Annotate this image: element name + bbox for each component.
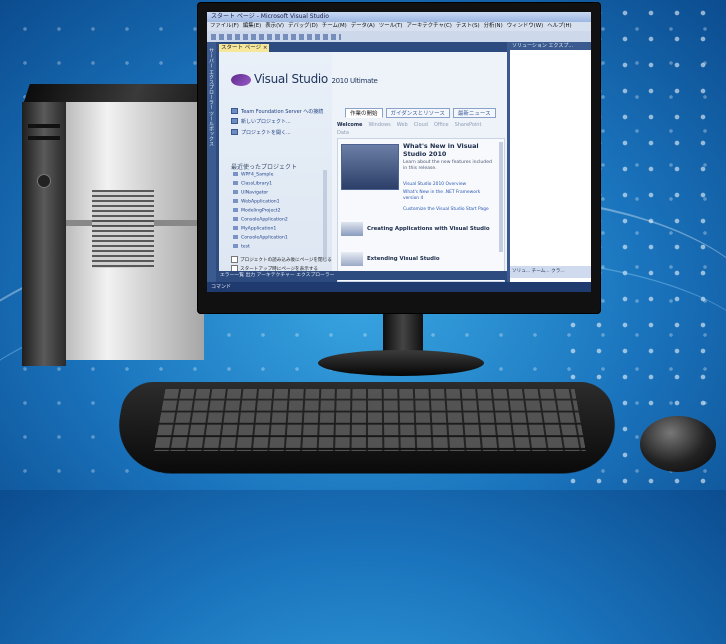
- recent-project-item[interactable]: ConsoleApplication2: [233, 217, 288, 223]
- section-heading[interactable]: Extending Visual Studio: [367, 256, 440, 262]
- project-icon: [233, 172, 238, 176]
- new-project-icon: [231, 118, 238, 124]
- tab-get-started[interactable]: 作業の開始: [345, 108, 383, 118]
- section-heading[interactable]: Creating Applications with Visual Studio: [367, 226, 490, 232]
- solution-explorer-title[interactable]: ソリューション エクスプ...: [510, 42, 591, 50]
- recent-project-item[interactable]: UINavigator: [233, 190, 268, 196]
- section-thumbnail: [341, 222, 363, 236]
- project-icon: [233, 226, 238, 230]
- connect-tfs-link[interactable]: Team Foundation Server への接続: [241, 108, 323, 115]
- project-icon: [233, 190, 238, 194]
- recent-project-item[interactable]: ClassLibrary1: [233, 181, 272, 187]
- recent-project-item[interactable]: ModelingProject2: [233, 208, 281, 214]
- power-button: [37, 174, 51, 188]
- news-scrollbar[interactable]: [499, 142, 503, 252]
- recent-projects-scrollbar[interactable]: [323, 170, 327, 260]
- news-link[interactable]: Customize the Visual Studio Start Page: [403, 207, 489, 212]
- section-thumbnail: [341, 252, 363, 266]
- subtab-data[interactable]: Data: [337, 130, 349, 136]
- project-icon: [233, 244, 238, 248]
- checkbox-box[interactable]: [231, 256, 238, 263]
- project-icon: [233, 199, 238, 203]
- solution-explorer-panel: [507, 42, 591, 282]
- recent-project-item[interactable]: test: [233, 244, 250, 250]
- product-name: Visual Studio: [254, 72, 328, 86]
- news-heading[interactable]: What's New in Visual Studio 2010: [403, 142, 499, 158]
- recent-project-item[interactable]: WebApplication1: [233, 199, 280, 205]
- news-link[interactable]: What's New in the .NET Framework version…: [403, 190, 493, 202]
- news-link[interactable]: Visual Studio 2010 Overview: [403, 182, 466, 187]
- panel-bottom-tabs[interactable]: ソリュ... チーム... クラ...: [510, 266, 591, 278]
- subtab-web[interactable]: Web: [397, 122, 408, 128]
- recent-project-item[interactable]: WPF4_Sample: [233, 172, 273, 178]
- product-edition: 2010 Ultimate: [331, 77, 378, 85]
- subtab-sharepoint[interactable]: SharePoint: [455, 122, 482, 128]
- subtab-office[interactable]: Office: [434, 122, 449, 128]
- drive-bay: [28, 124, 60, 128]
- monitor-stand-base: [318, 350, 484, 376]
- close-after-load-checkbox[interactable]: プロジェクトの読み込み後にページを閉じる: [231, 256, 332, 263]
- tab-guidance[interactable]: ガイダンスとリソース: [385, 108, 450, 118]
- project-icon: [233, 235, 238, 239]
- subtab-windows[interactable]: Windows: [368, 122, 390, 128]
- subtabs: Welcome Windows Web Cloud Office SharePo…: [337, 122, 481, 128]
- status-bar: コマンド: [207, 282, 591, 292]
- start-page-content: Visual Studio 2010 Ultimate Team Foundat…: [207, 12, 591, 292]
- mouse: [640, 416, 716, 472]
- drive-bay: [28, 136, 60, 140]
- output-tabs[interactable]: エラー一覧 出力 アーキテクチャー エクスプローラー: [216, 271, 507, 280]
- new-project-link[interactable]: 新しいプロジェクト...: [241, 118, 291, 125]
- tower-vent: [92, 190, 154, 268]
- start-page-tabs: 作業の開始 ガイダンスとリソース 最新ニュース: [345, 108, 496, 118]
- project-icon: [233, 217, 238, 221]
- open-project-icon: [231, 129, 238, 135]
- news-body: Learn about the new features included in…: [403, 160, 492, 171]
- tab-latest-news[interactable]: 最新ニュース: [452, 108, 496, 118]
- recent-projects-heading: 最近使ったプロジェクト: [231, 164, 298, 171]
- screenshot-thumbnail: [341, 144, 399, 190]
- tfs-icon: [231, 108, 238, 114]
- keyboard-keys: [154, 388, 586, 451]
- subtab-welcome[interactable]: Welcome: [337, 122, 362, 128]
- tower-front: [22, 102, 66, 366]
- visual-studio-logo-icon: [231, 74, 251, 86]
- product-logo: Visual Studio 2010 Ultimate: [254, 72, 378, 86]
- project-icon: [233, 181, 238, 185]
- recent-project-item[interactable]: ConsoleApplication1: [233, 235, 288, 241]
- open-project-link[interactable]: プロジェクトを開く...: [241, 129, 291, 136]
- recent-project-item[interactable]: MyApplication1: [233, 226, 276, 232]
- project-icon: [233, 208, 238, 212]
- subtab-cloud[interactable]: Cloud: [414, 122, 428, 128]
